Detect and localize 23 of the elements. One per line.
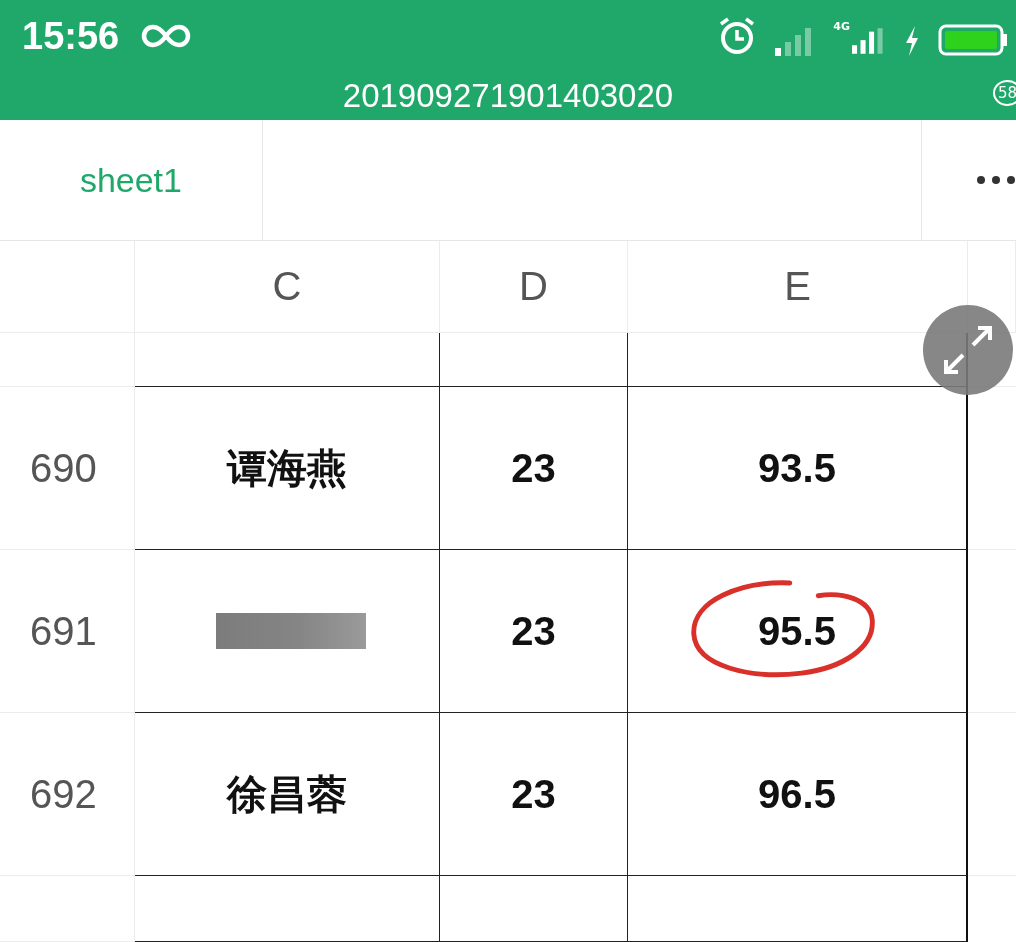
- row-number: 691: [0, 550, 135, 713]
- lightning-icon: [904, 26, 920, 56]
- table-cell: 23: [511, 771, 556, 817]
- battery-icon: [938, 24, 1008, 56]
- table-cell: 23: [511, 608, 556, 654]
- row-number: 692: [0, 713, 135, 876]
- table-cell: 96.5: [758, 771, 836, 817]
- signal-icon: [852, 26, 886, 56]
- row-number: 690: [0, 387, 135, 550]
- notification-badge: 58: [992, 80, 1016, 106]
- table-cell-text: 徐昌蓉: [227, 770, 347, 818]
- document-title: 201909271901403020: [342, 77, 674, 115]
- column-header[interactable]: D: [440, 241, 628, 333]
- status-time: 15:56: [22, 14, 120, 58]
- table-cell: 95.5: [758, 608, 836, 654]
- infinity-icon: [141, 24, 192, 48]
- expand-button[interactable]: [923, 305, 1013, 395]
- network-label: 4G: [833, 20, 850, 33]
- table-cell: 23: [511, 445, 556, 491]
- table-cell-text: 谭海燕: [227, 444, 347, 492]
- column-header[interactable]: C: [135, 241, 440, 333]
- table-cell: 93.5: [758, 445, 836, 491]
- more-icon[interactable]: [976, 175, 1016, 185]
